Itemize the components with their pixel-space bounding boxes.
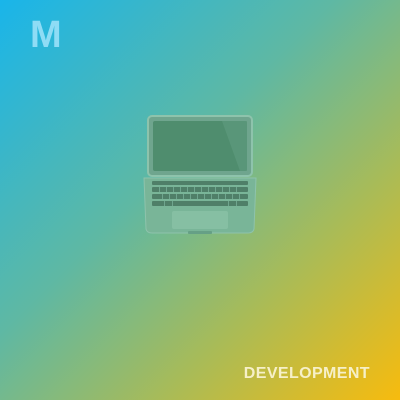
monogram-letter: M [30,14,62,56]
laptop-icon [142,115,258,237]
category-card[interactable]: M DEVELOPMENT [0,0,400,400]
category-label: DEVELOPMENT [243,365,370,382]
